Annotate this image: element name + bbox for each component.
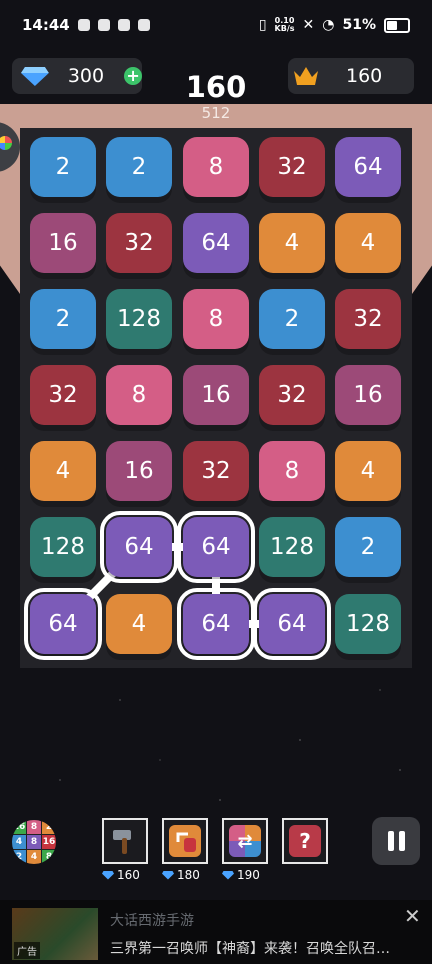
current-score: 160	[185, 70, 247, 104]
ad-label: 广告	[14, 942, 40, 959]
tile[interactable]: 16	[335, 365, 401, 425]
gem-icon	[222, 870, 234, 880]
tile[interactable]: 32	[259, 365, 325, 425]
wifi-icon: ◔	[322, 17, 335, 33]
tile[interactable]: 16	[30, 213, 96, 273]
board-frame	[412, 104, 432, 294]
mini-tile: 8	[42, 850, 56, 864]
sim-icon: ✕	[302, 17, 315, 33]
swap-powerup-button[interactable]	[162, 818, 208, 864]
target-number: 512	[201, 104, 231, 122]
tile[interactable]: 64	[183, 213, 249, 273]
battery-percent: 51%	[342, 17, 376, 33]
mini-tile: 8	[27, 820, 41, 834]
mini-tile: 8	[27, 835, 41, 849]
tile[interactable]: 4	[30, 441, 96, 501]
tile[interactable]: 4	[259, 213, 325, 273]
pause-icon	[398, 831, 405, 851]
tile[interactable]: 32	[335, 289, 401, 349]
vibrate-icon: ▯	[258, 17, 267, 33]
tile[interactable]: 64	[335, 137, 401, 197]
mini-tile: 16	[12, 820, 26, 834]
tile[interactable]: 8	[106, 365, 172, 425]
shuffle-powerup-button[interactable]: ⇄	[222, 818, 268, 864]
status-bar: 14:44 ▯ 0.10 KB/s ✕ ◔ 51%	[0, 0, 432, 50]
theme-board-button[interactable]: 16 8 2 4 8 16 2 4 8	[12, 820, 56, 864]
tile[interactable]: 4	[335, 213, 401, 273]
gem-icon	[162, 870, 174, 880]
mini-tile: 16	[42, 835, 56, 849]
shuffle-cost: 190	[222, 868, 260, 882]
tile[interactable]: 128	[335, 594, 401, 654]
pause-button[interactable]	[372, 817, 420, 865]
close-ad-button[interactable]: ✕	[404, 904, 421, 928]
ad-title[interactable]: 大话西游手游	[110, 910, 194, 930]
mini-tile: 2	[12, 850, 26, 864]
app-notification-icon	[77, 19, 90, 31]
tile[interactable]: 32	[259, 137, 325, 197]
tile[interactable]: 2	[106, 137, 172, 197]
mini-tile: 4	[27, 850, 41, 864]
tile[interactable]: 64	[253, 588, 331, 660]
tile[interactable]: 8	[183, 137, 249, 197]
shuffle-icon: ⇄	[229, 825, 261, 857]
tile[interactable]: 32	[183, 441, 249, 501]
mini-tile: 2	[42, 820, 56, 834]
question-mark-icon: ?	[289, 825, 321, 857]
tile[interactable]: 64	[24, 588, 102, 660]
hammer-powerup-button[interactable]	[102, 818, 148, 864]
hammer-icon	[113, 830, 131, 854]
app-notification-icon	[137, 19, 150, 31]
mini-tile: 4	[12, 835, 26, 849]
tile[interactable]: 4	[106, 594, 172, 654]
tile[interactable]: 16	[183, 365, 249, 425]
tile[interactable]: 128	[106, 289, 172, 349]
tile[interactable]: 8	[183, 289, 249, 349]
status-time: 14:44	[22, 16, 70, 34]
net-speed: 0.10 KB/s	[274, 16, 295, 33]
tile[interactable]: 32	[106, 213, 172, 273]
app-notification-icon	[97, 19, 110, 31]
battery-icon	[384, 17, 410, 33]
swap-cost: 180	[162, 868, 200, 882]
tile[interactable]: 64	[177, 511, 255, 583]
tile[interactable]: 2	[335, 517, 401, 577]
tile[interactable]: 16	[106, 441, 172, 501]
hammer-cost: 160	[102, 868, 140, 882]
swap-icon	[169, 825, 201, 857]
tile[interactable]: 4	[335, 441, 401, 501]
tile[interactable]: 128	[30, 517, 96, 577]
tile[interactable]: 32	[30, 365, 96, 425]
pause-icon	[387, 831, 394, 851]
tile[interactable]: 64	[100, 511, 178, 583]
tile[interactable]: 128	[259, 517, 325, 577]
tile[interactable]: 2	[30, 289, 96, 349]
tile[interactable]: 8	[259, 441, 325, 501]
mystery-powerup-button[interactable]: ?	[282, 818, 328, 864]
ad-text[interactable]: 三界第一召唤师【神裔】来袭！召唤全队召…	[110, 938, 390, 958]
gem-icon	[102, 870, 114, 880]
tile[interactable]: 2	[259, 289, 325, 349]
tile[interactable]: 64	[177, 588, 255, 660]
tiktok-icon	[117, 19, 130, 31]
tile[interactable]: 2	[30, 137, 96, 197]
